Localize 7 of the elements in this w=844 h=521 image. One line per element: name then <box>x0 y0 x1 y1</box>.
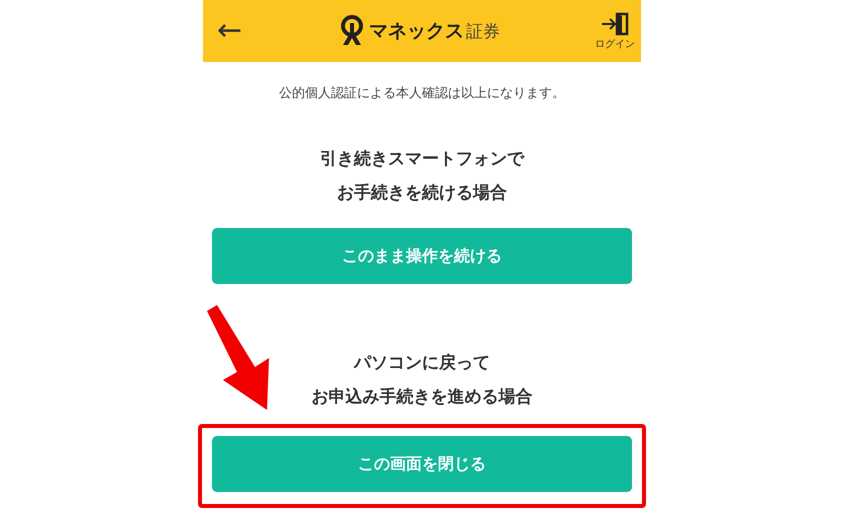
section-heading: パソコンに戻って お申込み手続きを進める場合 <box>312 352 532 409</box>
notice-text: 公的個人認証による本人確認は以上になります。 <box>278 85 566 102</box>
section-heading: 引き続きスマートフォンで お手続きを続ける場合 <box>320 148 524 205</box>
brand-name: マネックス <box>369 19 464 44</box>
back-button[interactable]: ← <box>217 16 242 46</box>
login-button[interactable]: ログイン <box>594 12 635 50</box>
brand-suffix: 証券 <box>466 20 500 42</box>
